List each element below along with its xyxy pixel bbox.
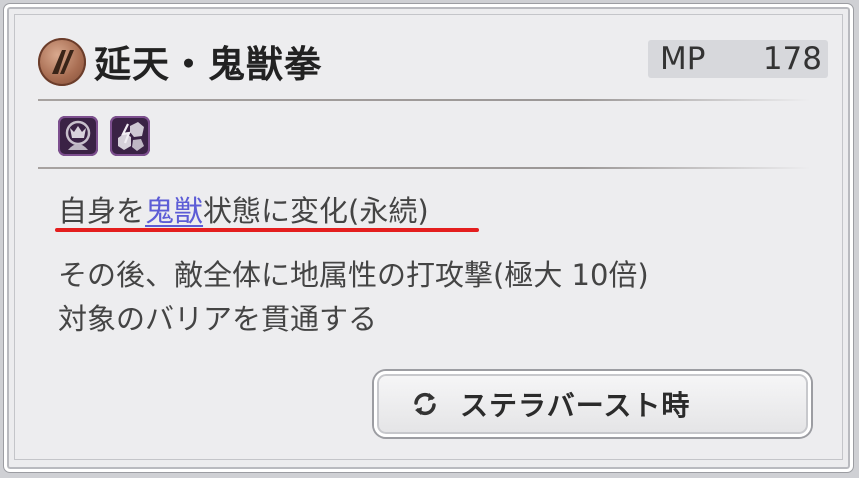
description-line-2: その後、敵全体に地属性の打攻撃(極大 10倍) bbox=[58, 258, 649, 292]
description-line-1: 自身を鬼獣状態に変化(永続) bbox=[58, 188, 429, 230]
beast-form-icon bbox=[58, 116, 98, 156]
highlight-underline bbox=[55, 228, 479, 232]
refresh-icon bbox=[414, 392, 436, 416]
mp-value: 178 bbox=[762, 41, 822, 77]
earth-slash-icon bbox=[38, 38, 86, 86]
skill-name: 延天・鬼獣拳 bbox=[94, 42, 322, 86]
description-line-3: 対象のバリアを貫通する bbox=[58, 302, 378, 336]
mp-cost-badge: MP 178 bbox=[648, 40, 828, 78]
earth-element-icon bbox=[110, 116, 150, 156]
divider-middle bbox=[38, 167, 810, 169]
divider-top bbox=[38, 99, 810, 101]
beast-status-link[interactable]: 鬼獣 bbox=[145, 194, 203, 228]
stellar-burst-toggle-button[interactable]: ステラバースト時 bbox=[374, 371, 811, 437]
mp-label: MP bbox=[660, 41, 706, 77]
description-prefix: 自身を bbox=[58, 194, 146, 228]
stellar-burst-label: ステラバースト時 bbox=[460, 389, 691, 422]
description-suffix: 状態に変化(永続) bbox=[203, 194, 429, 228]
